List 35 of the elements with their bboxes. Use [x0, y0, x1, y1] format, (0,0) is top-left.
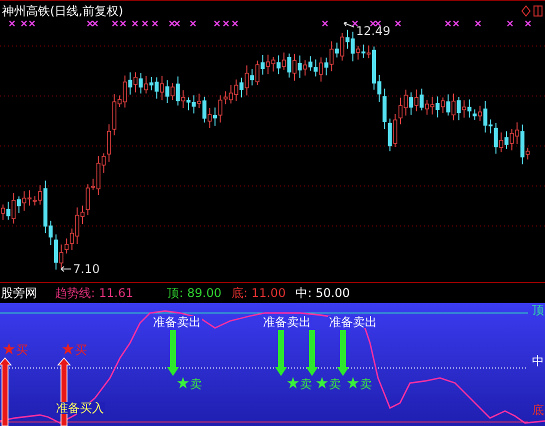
level-label: 顶: [531, 304, 545, 316]
indicator-name: 股旁网: [1, 284, 37, 302]
sell-signal-label: 卖: [176, 377, 203, 390]
indicator-readout: 底: 11.00: [231, 284, 286, 302]
star-icon: [177, 377, 189, 389]
pointer-arrow-icon: [60, 266, 72, 272]
high-price-label: 12.49: [356, 25, 390, 37]
indicator-readout: 中: 50.00: [296, 284, 350, 302]
level-label: 中: [531, 355, 545, 367]
pointer-arrow-icon: [343, 22, 355, 28]
level-label: 底: [531, 404, 545, 416]
down-arrow: [337, 330, 349, 376]
sell-signal-label: 卖: [286, 377, 313, 390]
low-price-label: 7.10: [73, 263, 100, 275]
down-arrow: [167, 330, 179, 376]
indicator-readout: 顶: 89.00: [167, 284, 222, 302]
down-arrow: [275, 330, 287, 376]
sell-signal-label: 卖: [315, 377, 342, 390]
sell-ready-label: 准备卖出: [152, 316, 202, 328]
star-icon: [3, 343, 15, 355]
buy-ready-label: 准备买入: [55, 402, 105, 414]
sell-ready-label: 准备卖出: [262, 316, 312, 328]
star-icon: [316, 377, 328, 389]
buy-signal-label: 买: [2, 343, 29, 356]
sell-signal-label: 卖: [346, 377, 373, 390]
star-icon: [347, 377, 359, 389]
diamond-icon[interactable]: [521, 5, 531, 17]
down-arrow: [306, 330, 318, 376]
square-icon[interactable]: [533, 5, 543, 17]
sell-ready-label: 准备卖出: [328, 316, 378, 328]
buy-signal-label: 买: [61, 343, 88, 356]
star-icon: [62, 343, 74, 355]
star-icon: [287, 377, 299, 389]
chart-title: 神州高铁(日线,前复权): [2, 3, 124, 20]
indicator-readout: 趋势线: 11.61: [55, 284, 134, 302]
